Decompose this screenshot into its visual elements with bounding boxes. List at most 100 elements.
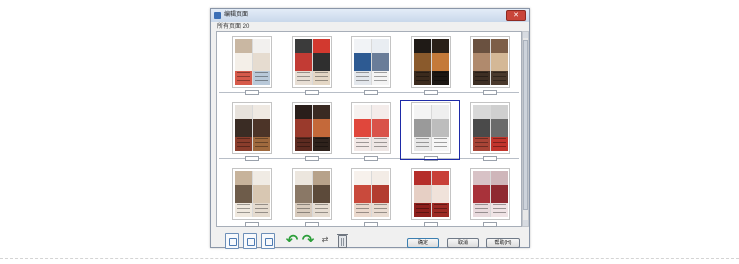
page-half-right xyxy=(313,39,330,85)
page-thumbnail-1[interactable] xyxy=(232,36,272,88)
page-half-left xyxy=(414,39,431,85)
page-image-block xyxy=(313,53,330,71)
page-insert-icon[interactable] xyxy=(225,233,239,249)
page-number-box xyxy=(364,90,378,95)
page-text-line xyxy=(416,80,429,81)
cancel-button[interactable]: 取消 xyxy=(447,238,479,248)
rotate-left-icon[interactable]: ↶ xyxy=(285,233,299,249)
page-number-box xyxy=(245,90,259,95)
page-image-block xyxy=(354,53,371,71)
page-text-line xyxy=(434,212,447,213)
page-image-block xyxy=(432,39,449,53)
page-thumbnail-6[interactable] xyxy=(232,102,272,154)
page-number-box xyxy=(245,222,259,227)
page-number-box xyxy=(424,90,438,95)
page-thumbnail-2[interactable] xyxy=(292,36,332,88)
page-text-line xyxy=(237,204,250,205)
scroll-thumb[interactable] xyxy=(523,40,528,210)
page-image-block xyxy=(372,185,389,203)
rotate-right-icon[interactable]: ↷ xyxy=(301,233,315,249)
page-half-left xyxy=(354,39,371,85)
page-half-left xyxy=(414,171,431,217)
page-text-line xyxy=(315,76,328,77)
page-image-block xyxy=(432,171,449,185)
page-half-right xyxy=(372,105,389,151)
page-text-line xyxy=(416,204,429,205)
page-thumbnail-10[interactable] xyxy=(470,102,510,154)
page-text-line xyxy=(255,208,268,209)
page-text-line xyxy=(356,142,369,143)
page-number-box xyxy=(245,156,259,161)
page-half-left xyxy=(354,171,371,217)
page-image-block xyxy=(473,71,490,85)
page-half-left xyxy=(235,39,252,85)
page-text-line xyxy=(493,72,506,73)
page-thumbnail-12[interactable] xyxy=(292,168,332,220)
page-thumbnail-4[interactable] xyxy=(411,36,451,88)
help-button[interactable]: 帮助(H) xyxy=(486,238,520,248)
page-text-line xyxy=(297,146,310,147)
page-thumbnail-3[interactable] xyxy=(351,36,391,88)
page-half-right xyxy=(313,171,330,217)
page-spine xyxy=(490,105,491,151)
page-half-left xyxy=(473,105,490,151)
page-image-block xyxy=(253,53,270,71)
page-image-block xyxy=(235,171,252,185)
page-image-block xyxy=(432,185,449,203)
page-text-line xyxy=(297,142,310,143)
page-image-block xyxy=(491,119,508,137)
page-thumbnail-14[interactable] xyxy=(411,168,451,220)
page-image-block xyxy=(491,105,508,119)
page-text-line xyxy=(434,204,447,205)
page-image-block xyxy=(253,105,270,119)
page-thumbnail-5[interactable] xyxy=(470,36,510,88)
ok-button[interactable]: 确定 xyxy=(407,238,439,248)
page-text-line xyxy=(493,146,506,147)
move-arrows-icon[interactable]: ⇄ xyxy=(319,236,331,252)
page-spine xyxy=(371,171,372,217)
page-divider xyxy=(0,258,739,259)
page-number-box xyxy=(483,222,497,227)
page-half-right xyxy=(491,171,508,217)
page-text-line xyxy=(297,204,310,205)
page-text-line xyxy=(356,204,369,205)
trash-icon[interactable] xyxy=(337,234,348,248)
page-text-line xyxy=(356,72,369,73)
page-text-line xyxy=(297,212,310,213)
page-text-line xyxy=(416,76,429,77)
page-number-box xyxy=(483,90,497,95)
vertical-scrollbar[interactable] xyxy=(522,31,529,227)
page-copy-icon[interactable] xyxy=(243,233,257,249)
page-thumbnail-7[interactable] xyxy=(292,102,332,154)
page-text-line xyxy=(475,146,488,147)
page-text-line xyxy=(493,76,506,77)
page-half-left xyxy=(295,39,312,85)
page-text-line xyxy=(315,146,328,147)
page-thumbnail-13[interactable] xyxy=(351,168,391,220)
page-image-block xyxy=(354,185,371,203)
page-spine xyxy=(490,39,491,85)
page-spine xyxy=(312,39,313,85)
page-image-block xyxy=(372,171,389,185)
page-image-block xyxy=(313,203,330,217)
page-image-block xyxy=(295,171,312,185)
page-text-line xyxy=(493,204,506,205)
page-spine xyxy=(371,105,372,151)
close-button[interactable]: ✕ xyxy=(506,10,526,21)
page-image-block xyxy=(235,137,252,151)
page-image-block xyxy=(354,71,371,85)
page-thumbnail-15[interactable] xyxy=(470,168,510,220)
page-thumbnail-11[interactable] xyxy=(232,168,272,220)
page-number-box xyxy=(305,90,319,95)
page-half-right xyxy=(253,39,270,85)
page-text-line xyxy=(315,204,328,205)
page-thumbnail-8[interactable] xyxy=(351,102,391,154)
scroll-down-arrow[interactable] xyxy=(523,220,528,226)
page-replace-icon[interactable] xyxy=(261,233,275,249)
page-image-block xyxy=(253,119,270,137)
page-image-block xyxy=(414,171,431,185)
page-text-line xyxy=(297,138,310,139)
page-image-block xyxy=(354,39,371,53)
page-half-left xyxy=(235,105,252,151)
scroll-up-arrow[interactable] xyxy=(523,32,528,38)
